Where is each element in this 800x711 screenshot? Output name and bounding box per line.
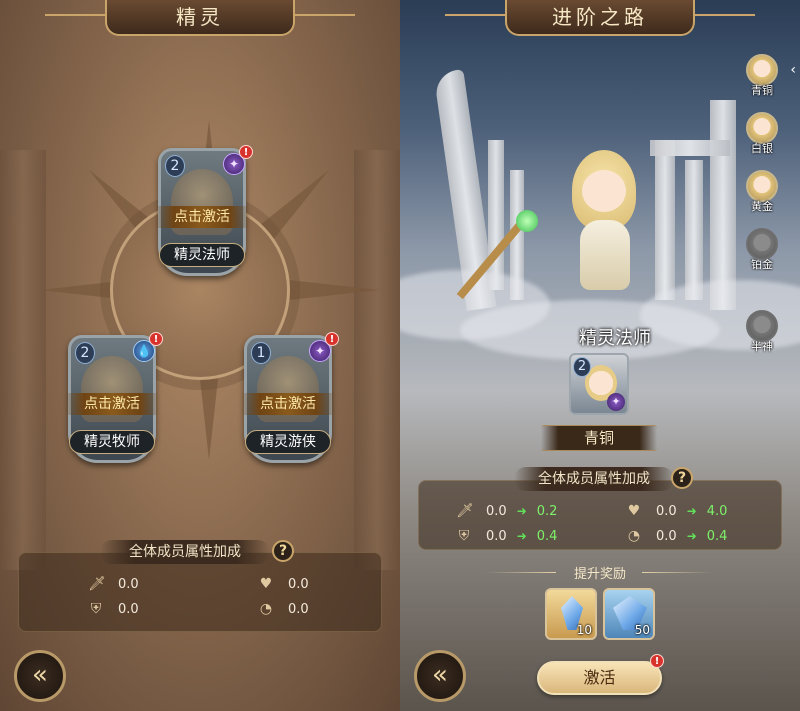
arrow-right-icon: ➜	[516, 504, 527, 518]
stat-defense: ⛨ 0.0 ➜ 0.4	[456, 526, 558, 546]
pillar-right-decoration	[354, 150, 400, 570]
stat-value: 0.0	[118, 601, 139, 617]
level-badge: 2	[165, 155, 185, 177]
reward-title: 提升奖励	[573, 567, 626, 582]
back-arrow-icon: «	[32, 660, 48, 690]
stat-speed: ◔ 0.0	[258, 599, 309, 619]
attribute-bonus-panel	[18, 552, 382, 632]
stat-attack: 🗡 0.0	[88, 574, 139, 594]
stat-next: 4.0	[706, 503, 728, 519]
alert-badge: !	[149, 332, 163, 346]
level-badge: 2	[75, 342, 95, 364]
divider	[486, 572, 556, 573]
heart-icon: ♥	[627, 503, 641, 519]
stat-next: 0.2	[536, 503, 558, 519]
reward-item[interactable]: 50	[603, 588, 655, 640]
tier-platinum[interactable]: 铂金	[744, 228, 780, 282]
shield-icon: ⛨	[458, 528, 470, 544]
speed-icon: ◔	[259, 601, 273, 617]
spirit-card-priest[interactable]: 2 💧 ! 点击激活 精灵牧师	[65, 332, 163, 463]
tier-label: 青铜	[751, 84, 773, 97]
arrow-right-icon: ➜	[686, 529, 697, 543]
pillar-left-decoration	[0, 150, 46, 570]
tier-gold[interactable]: 黄金	[744, 170, 780, 224]
reward-quantity: 10	[576, 623, 592, 637]
stat-health: ♥ 0.0	[258, 574, 309, 594]
stat-speed: ◔ 0.0 ➜ 0.4	[626, 526, 728, 546]
heart-icon: ♥	[259, 576, 273, 592]
alert-badge: !	[325, 332, 339, 346]
activate-button[interactable]: 激活	[537, 661, 662, 695]
rank-label: 青铜	[541, 425, 657, 451]
reward-item[interactable]: 10	[545, 588, 597, 640]
spirit-card-ranger[interactable]: 1 ✦ ! 点击激活 精灵游侠	[241, 332, 339, 463]
help-icon[interactable]: ?	[671, 467, 693, 489]
page-title: 进阶之路	[445, 0, 755, 36]
activate-label[interactable]: 点击激活	[65, 393, 159, 415]
stat-current: 0.0	[656, 528, 677, 544]
attribute-bonus-header: 全体成员属性加成	[514, 467, 674, 491]
avatar	[746, 310, 778, 342]
help-icon[interactable]: ?	[272, 540, 294, 562]
alert-badge: !	[650, 654, 664, 668]
spirit-name: 精灵法师	[159, 243, 245, 267]
spirit-name: 精灵游侠	[245, 430, 331, 454]
stat-current: 0.0	[486, 528, 507, 544]
spirit-panel: 精灵 2 ✦ ! 点击激活 精灵法师 2 💧 ! 点击激活 精灵牧师 1 ✦ !…	[0, 0, 400, 711]
arcane-icon: ✦	[607, 393, 625, 411]
stat-attack: 🗡 0.0 ➜ 0.2	[456, 501, 557, 521]
stat-next: 0.4	[706, 528, 728, 544]
stat-value: 0.0	[118, 576, 139, 592]
stat-current: 0.0	[656, 503, 677, 519]
back-button[interactable]: «	[414, 650, 466, 702]
tier-silver[interactable]: 白银	[744, 112, 780, 166]
avatar	[746, 228, 778, 260]
collapse-arrow-icon[interactable]: ‹	[790, 62, 796, 78]
back-button[interactable]: «	[14, 650, 66, 702]
page-title: 精灵	[45, 0, 355, 36]
arrow-right-icon: ➜	[686, 504, 697, 518]
tier-bronze[interactable]: 青铜	[744, 54, 780, 108]
level-badge: 2	[573, 357, 591, 377]
stat-health: ♥ 0.0 ➜ 4.0	[626, 501, 728, 521]
reward-quantity: 50	[634, 623, 650, 637]
activate-label[interactable]: 点击激活	[241, 393, 335, 415]
activate-label[interactable]: 点击激活	[155, 206, 249, 228]
spirit-name: 精灵牧师	[69, 430, 155, 454]
stat-defense: ⛨ 0.0	[88, 599, 139, 619]
tier-label: 白银	[751, 142, 773, 155]
attribute-bonus-header: 全体成员属性加成	[100, 540, 270, 564]
hero-card[interactable]: 2 ✦	[569, 353, 629, 415]
speed-icon: ◔	[627, 528, 641, 544]
stat-value: 0.0	[288, 601, 309, 617]
stat-value: 0.0	[288, 576, 309, 592]
sword-icon: 🗡	[456, 503, 474, 519]
shield-icon: ⛨	[90, 601, 102, 617]
arrow-right-icon: ➜	[516, 529, 527, 543]
sword-icon: 🗡	[88, 576, 106, 592]
divider	[642, 572, 712, 573]
spirit-card-mage[interactable]: 2 ✦ ! 点击激活 精灵法师	[155, 145, 253, 276]
hero-illustration	[456, 150, 650, 310]
tier-label: 黄金	[751, 200, 773, 213]
hero-name: 精灵法师	[579, 328, 651, 349]
stat-next: 0.4	[536, 528, 558, 544]
alert-badge: !	[239, 145, 253, 159]
level-badge: 1	[251, 342, 271, 364]
tier-demigod[interactable]: 半神	[744, 310, 780, 364]
back-arrow-icon: «	[432, 660, 448, 690]
stat-current: 0.0	[486, 503, 507, 519]
